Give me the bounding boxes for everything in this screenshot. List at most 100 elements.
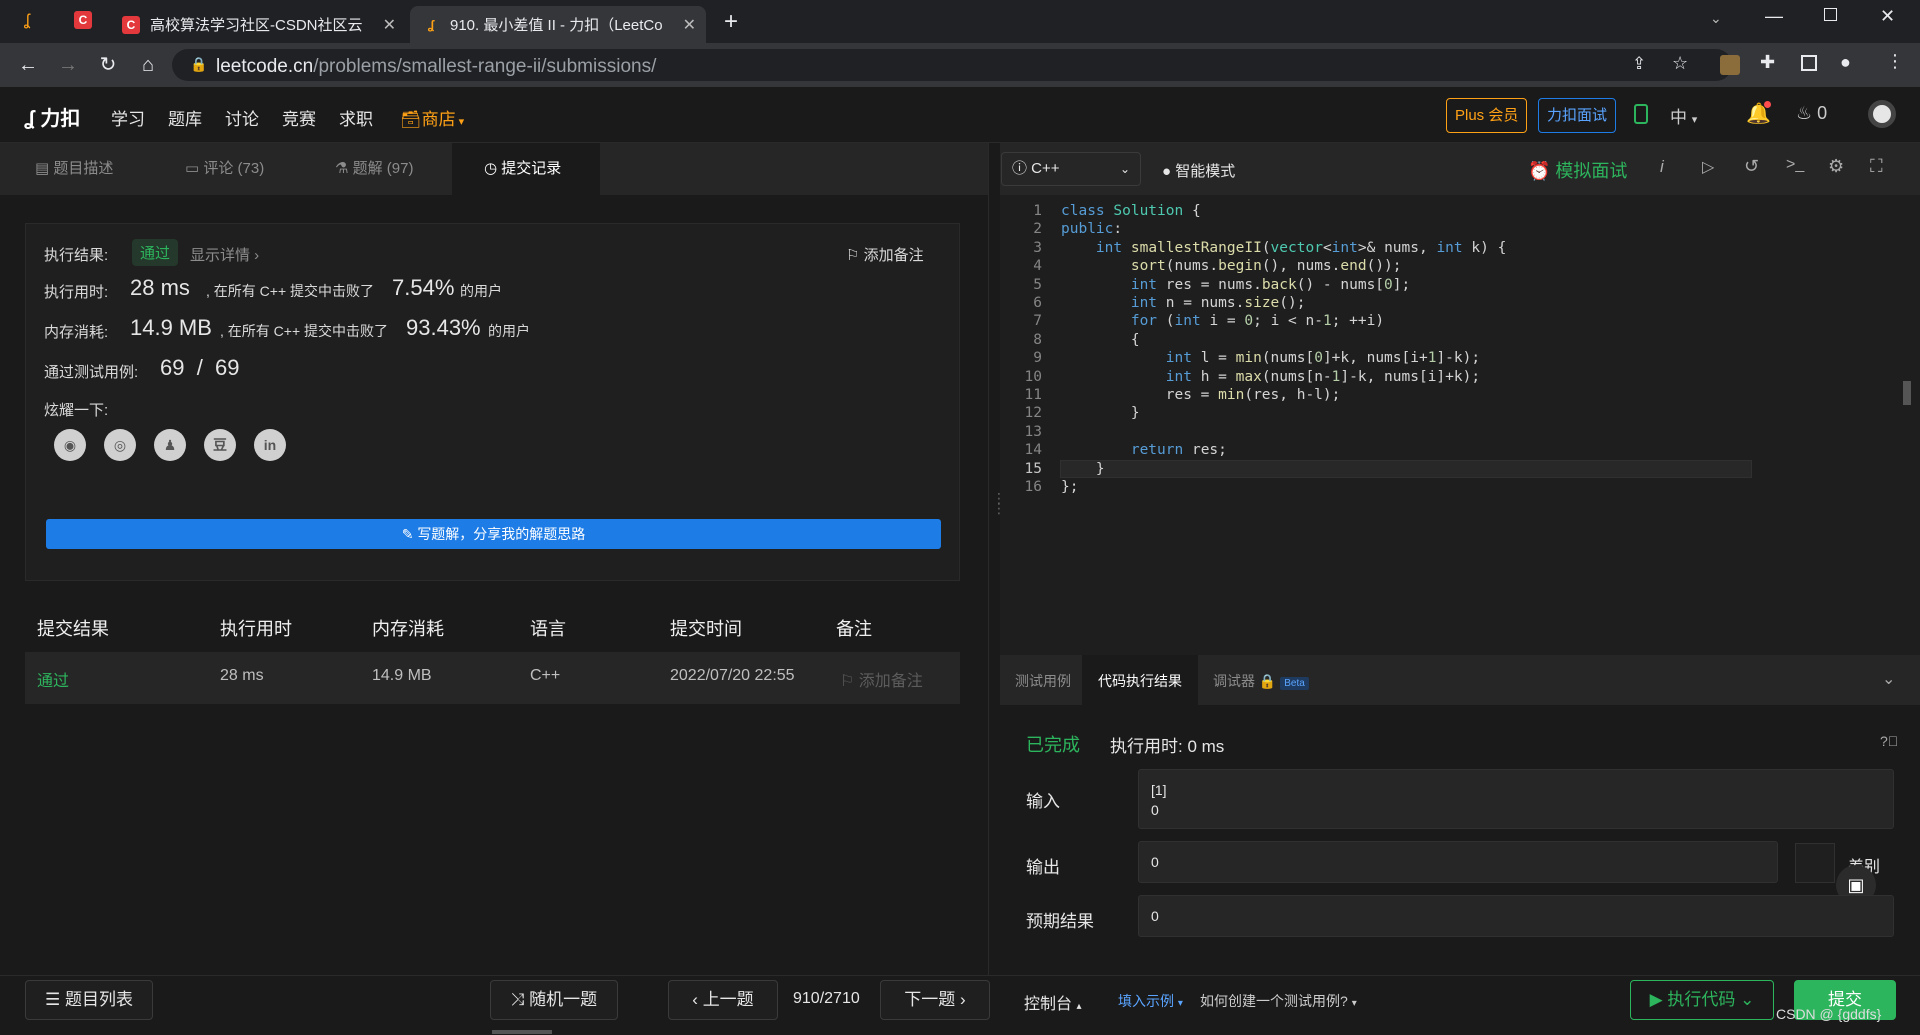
code-line[interactable]: public:: [1061, 221, 1122, 237]
line-number: 1: [1033, 203, 1042, 219]
code-line[interactable]: res = min(res, h-l);: [1061, 387, 1341, 403]
code-line[interactable]: }: [1061, 405, 1140, 421]
plus-member-button[interactable]: Plus 会员: [1446, 98, 1528, 133]
language-switch[interactable]: 中 ▾: [1670, 103, 1697, 128]
row-add-note[interactable]: ⚐ 添加备注: [840, 667, 923, 691]
row-result[interactable]: 通过: [37, 667, 69, 691]
code-line[interactable]: {: [1061, 332, 1140, 348]
write-solution-button[interactable]: ✎ 写题解，分享我的解题思路: [46, 519, 941, 549]
tab-debugger[interactable]: 调试器 🔒 Beta: [1213, 671, 1309, 691]
info-italic-icon[interactable]: i: [1660, 157, 1664, 177]
code-line[interactable]: return res;: [1061, 442, 1227, 458]
add-note-button[interactable]: ⚐ 添加备注: [846, 244, 924, 265]
fill-example-button[interactable]: 填入示例 ▾: [1118, 991, 1183, 1011]
code-line[interactable]: int l = min(nums[0]+k, nums[i+1]-k);: [1061, 350, 1480, 366]
terminal-icon[interactable]: >_: [1786, 156, 1804, 174]
code-line[interactable]: int res = nums.back() - nums[0];: [1061, 277, 1410, 293]
settings-icon[interactable]: ⚙: [1828, 156, 1844, 177]
code-line[interactable]: int smallestRangeII(vector<int>& nums, i…: [1061, 240, 1506, 256]
mobile-icon[interactable]: [1634, 104, 1648, 124]
table-row[interactable]: 通过 28 ms 14.9 MB C++ 2022/07/20 22:55 ⚐ …: [25, 652, 960, 704]
tab-run-result[interactable]: 代码执行结果: [1098, 671, 1182, 691]
nav-learn[interactable]: 学习: [111, 105, 145, 130]
close-icon[interactable]: ✕: [383, 15, 396, 35]
nav-contest[interactable]: 竞赛: [282, 105, 316, 130]
code-line[interactable]: int n = nums.size();: [1061, 295, 1306, 311]
address-bar[interactable]: 🔒 leetcode.cn/problems/smallest-range-ii…: [172, 49, 1732, 81]
code-line[interactable]: int h = max(nums[n-1]-k, nums[i]+k);: [1061, 369, 1480, 385]
code-line[interactable]: for (int i = 0; i < n-1; ++i): [1061, 313, 1384, 329]
help-icon[interactable]: ?⃝: [1880, 733, 1898, 749]
fullscreen-icon[interactable]: ⛶: [1870, 156, 1883, 177]
scrollbar-thumb[interactable]: [1903, 381, 1911, 405]
reset-icon[interactable]: ↺: [1744, 156, 1759, 177]
wechat-icon[interactable]: ◉: [54, 429, 86, 461]
tab-comments[interactable]: ▭ 评论 (73): [185, 143, 264, 195]
horizontal-scrollbar[interactable]: [492, 1030, 552, 1034]
diff-toggle[interactable]: [1795, 843, 1835, 883]
next-problem-button[interactable]: 下一题 ›: [880, 980, 990, 1020]
code-line[interactable]: class Solution {: [1061, 203, 1201, 219]
nav-problems[interactable]: 题库: [168, 105, 202, 130]
menu-icon[interactable]: ⋮: [1886, 51, 1904, 72]
browser-tab-bar: ʆ C C 高校算法学习社区-CSDN社区云 ✕ ʆ 910. 最小差值 II …: [0, 0, 1920, 43]
nav-jobs[interactable]: 求职: [339, 105, 373, 130]
reload-icon[interactable]: ↻: [96, 53, 120, 77]
code-line[interactable]: }: [1060, 459, 1752, 478]
avatar[interactable]: [1868, 100, 1896, 128]
profile-icon[interactable]: ●: [1840, 52, 1851, 73]
problem-list-button[interactable]: ☰ 题目列表: [25, 980, 153, 1020]
minimize-icon[interactable]: —: [1765, 6, 1783, 27]
run-code-button[interactable]: ▶ 执行代码 ⌄: [1630, 980, 1774, 1020]
douban-icon[interactable]: 豆: [204, 429, 236, 461]
line-number: 9: [1033, 350, 1042, 367]
weibo-icon[interactable]: ◎: [104, 429, 136, 461]
store-icon: 🗃: [400, 110, 422, 129]
interview-button[interactable]: 力扣面试: [1538, 98, 1617, 133]
tab-leetcode[interactable]: ʆ 910. 最小差值 II - 力扣（LeetCo ✕: [410, 6, 706, 43]
language-select[interactable]: ⓘ C++ ⌄: [1001, 152, 1141, 186]
mock-interview-button[interactable]: ⏰ 模拟面试: [1528, 157, 1627, 183]
random-problem-button[interactable]: ⤨ 随机一题: [490, 980, 618, 1020]
csdn-pinned-icon[interactable]: C: [74, 11, 92, 29]
console-toggle[interactable]: 控制台 ▴: [1024, 990, 1082, 1014]
tab-solutions[interactable]: ⚗ 题解 (97): [335, 143, 413, 195]
window-close-icon[interactable]: ✕: [1880, 6, 1895, 27]
code-line[interactable]: sort(nums.begin(), nums.end());: [1061, 258, 1402, 274]
tab-testcase[interactable]: 测试用例: [1015, 671, 1071, 691]
close-icon[interactable]: ✕: [683, 15, 696, 35]
tab-csdn[interactable]: C 高校算法学习社区-CSDN社区云 ✕: [110, 6, 406, 43]
collapse-icon[interactable]: ⌄: [1882, 669, 1895, 689]
home-icon[interactable]: ⌂: [136, 53, 160, 77]
share-icon[interactable]: ⇪: [1632, 54, 1646, 74]
nav-store[interactable]: 🗃商店 ▾: [400, 105, 464, 130]
linkedin-icon[interactable]: in: [254, 429, 286, 461]
puzzle-icon[interactable]: ✚: [1760, 52, 1775, 73]
nav-discuss[interactable]: 讨论: [225, 105, 259, 130]
tab-submissions[interactable]: ◷ 提交记录: [452, 143, 600, 195]
prev-problem-button[interactable]: ‹ 上一题: [668, 980, 778, 1020]
footer-bar: ☰ 题目列表 ⤨ 随机一题 ‹ 上一题 910/2710 下一题 › 控制台 ▴…: [0, 975, 1920, 1035]
new-tab-icon[interactable]: +: [724, 8, 738, 36]
notification-dot: [1764, 101, 1771, 108]
side-panel-icon[interactable]: [1801, 55, 1817, 71]
store-label: 商店: [421, 110, 456, 129]
points[interactable]: ♨ 0: [1796, 103, 1827, 124]
tab-description[interactable]: ▤ 题目描述: [35, 143, 113, 195]
extension-icon[interactable]: [1720, 55, 1740, 75]
play-outline-icon[interactable]: ▷: [1702, 157, 1714, 177]
show-detail-link[interactable]: 显示详情 ›: [190, 244, 259, 265]
col-header-result: 提交结果: [37, 619, 109, 639]
panel-splitter[interactable]: ⋮ ⋮: [988, 143, 1006, 975]
tab-search-icon[interactable]: ⌄: [1710, 10, 1722, 27]
back-icon[interactable]: ←: [16, 53, 40, 77]
leetcode-pinned-icon[interactable]: ʆ: [24, 12, 30, 30]
qq-icon[interactable]: ♟: [154, 429, 186, 461]
how-create-link[interactable]: 如何创建一个测试用例? ▾: [1200, 991, 1357, 1011]
smart-mode-toggle[interactable]: ● 智能模式: [1162, 160, 1235, 181]
forward-icon[interactable]: →: [56, 53, 80, 77]
logo[interactable]: ʆ 力扣: [24, 102, 80, 131]
restore-icon[interactable]: [1824, 8, 1837, 21]
code-line[interactable]: };: [1061, 479, 1078, 495]
bookmark-star-icon[interactable]: ☆: [1672, 53, 1688, 74]
